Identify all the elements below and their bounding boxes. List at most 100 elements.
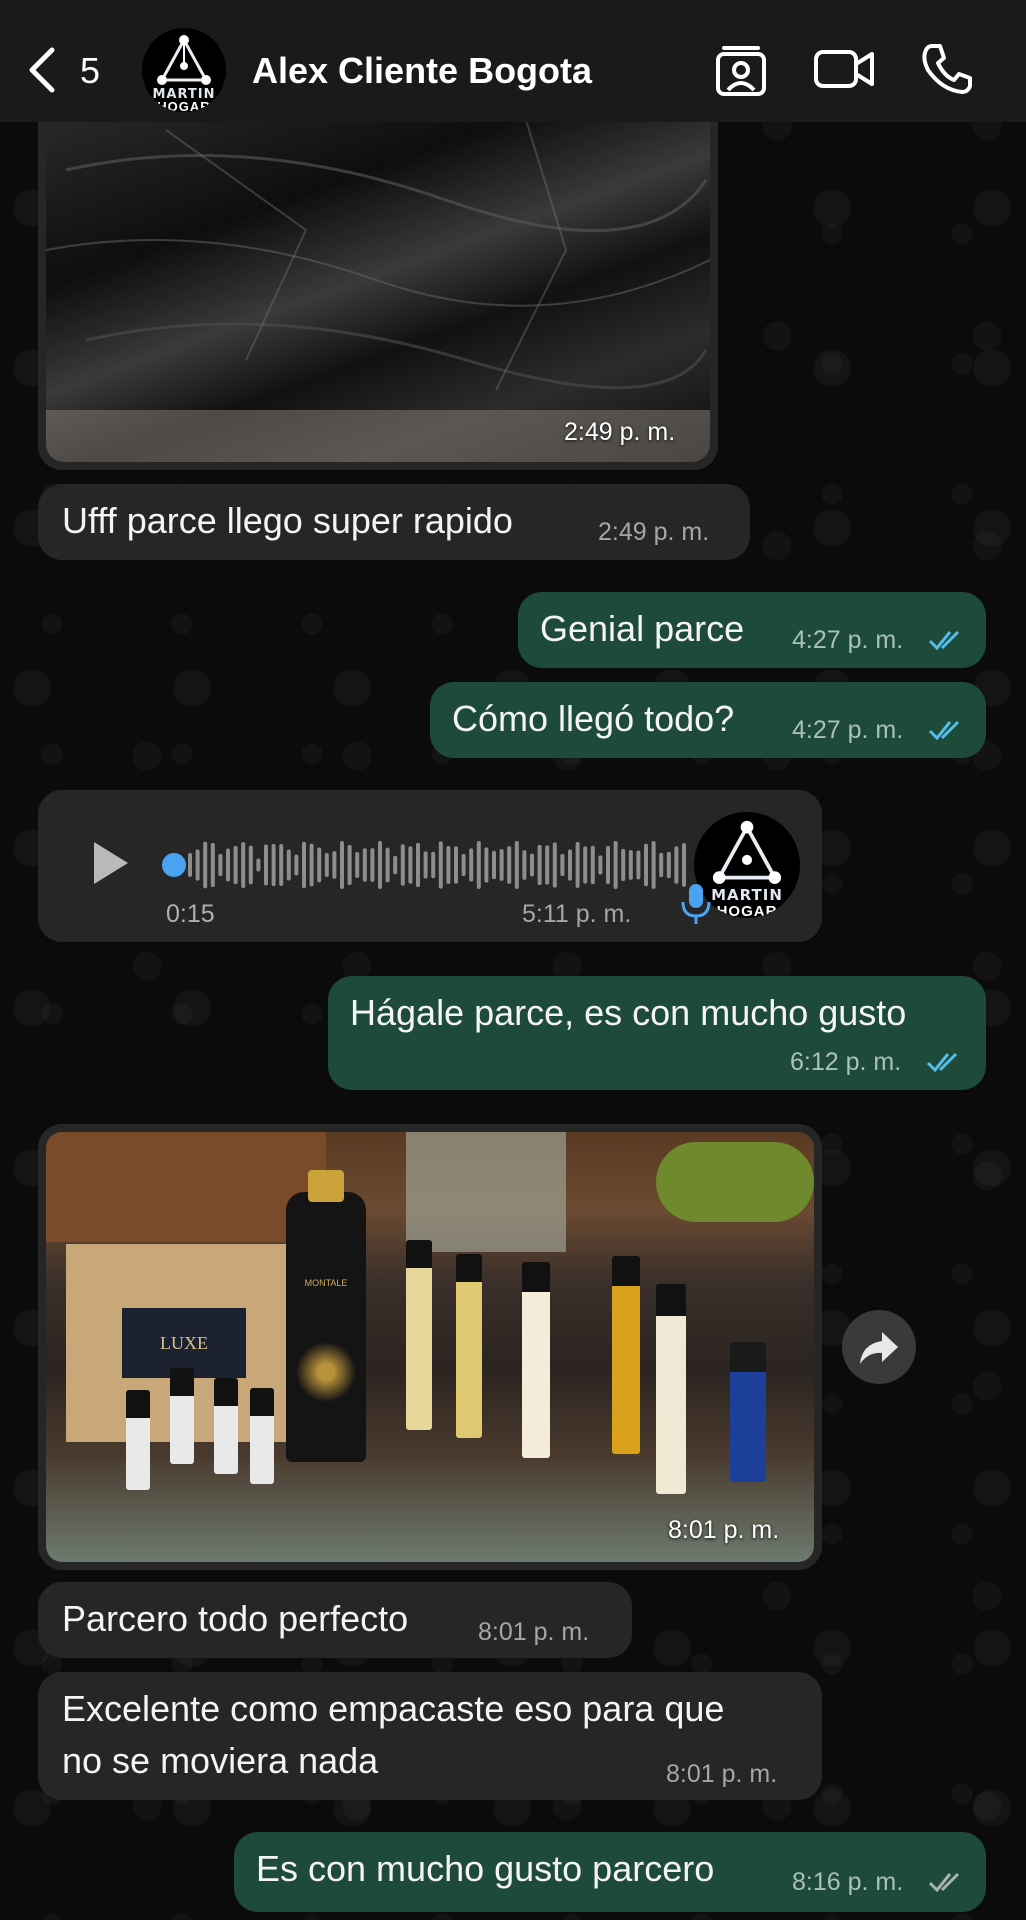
read-ticks-icon [928, 630, 960, 651]
photo-black-package[interactable]: 2:49 p. m. [46, 110, 710, 462]
waveform-bar [332, 851, 337, 879]
waveform-bar [362, 848, 367, 882]
waveform-bar [651, 841, 656, 889]
image-message[interactable]: LUXE MONTALE 8:01 p. m. [38, 1124, 822, 1570]
waveform-bar [317, 847, 322, 883]
waveform-bar [545, 845, 550, 885]
waveform-bar [370, 848, 375, 882]
message-time: 8:01 p. m. [478, 1618, 590, 1646]
outgoing-message[interactable]: Es con mucho gusto parcero 8:16 p. m. [234, 1832, 986, 1912]
back-chevron-icon [29, 47, 55, 93]
perfume-bottle-large: MONTALE [286, 1170, 366, 1462]
message-text-line1: Excelente como empacaste eso para que [62, 1688, 725, 1729]
playback-slider-handle[interactable] [162, 853, 186, 877]
waveform-bar [294, 854, 299, 876]
waveform-bar [644, 843, 648, 887]
waveform-bar [438, 841, 443, 889]
waveform-bar [347, 844, 352, 886]
contact-card-icon[interactable] [712, 40, 770, 98]
waveform-bar [378, 841, 382, 889]
message-time: 8:01 p. m. [666, 1760, 778, 1788]
waveform-bar [400, 844, 405, 886]
waveform-bar [537, 844, 542, 886]
image-message[interactable]: 2:49 p. m. [38, 110, 718, 470]
message-text: Ufff parce llego super rapido [62, 500, 513, 541]
read-ticks-icon [928, 720, 960, 741]
incoming-message[interactable]: Parcero todo perfecto 8:01 p. m. [38, 1582, 632, 1658]
message-time: 2:49 p. m. [598, 518, 710, 546]
message-time: 8:16 p. m. [792, 1868, 904, 1896]
waveform-bar [666, 851, 671, 879]
decant-vial [456, 1254, 482, 1438]
waveform-bar [256, 858, 261, 872]
montale-label: MONTALE [304, 1278, 348, 1288]
waveform-bar [302, 841, 306, 889]
message-time: 6:12 p. m. [790, 1048, 902, 1076]
incoming-message[interactable]: Ufff parce llego super rapido 2:49 p. m. [38, 484, 750, 560]
waveform-bar [446, 845, 451, 885]
waveform-bar [309, 843, 314, 887]
waveform-bar [507, 846, 512, 884]
incoming-message[interactable]: Excelente como empacaste eso para que no… [38, 1672, 822, 1800]
waveform-bar [499, 849, 504, 881]
package-folds [46, 119, 710, 462]
read-ticks-icon [926, 1052, 958, 1073]
avatar[interactable]: MARTIN HOGAR [142, 28, 226, 112]
waveform-bar [492, 850, 496, 880]
waveform-bar [613, 841, 618, 889]
waveform-bar [195, 849, 200, 881]
waveform-bar [628, 850, 633, 880]
waveform-bar [514, 841, 519, 889]
waveform-bar [226, 848, 230, 882]
waveform-bar [484, 847, 489, 883]
waveform-bar [682, 843, 686, 887]
forward-button[interactable] [842, 1310, 916, 1384]
waveform-bar [530, 853, 534, 877]
photo-background-wall [46, 1132, 326, 1242]
message-text: Parcero todo perfecto [62, 1598, 409, 1639]
voice-duration: 0:15 [166, 900, 215, 928]
bottle-ornament [296, 1322, 356, 1422]
waveform-bar [210, 842, 215, 888]
outgoing-message[interactable]: Hágale parce, es con mucho gusto 6:12 p.… [328, 976, 986, 1090]
phone-icon[interactable] [918, 40, 976, 98]
waveform-bar [423, 851, 428, 879]
message-time: 2:49 p. m. [564, 418, 676, 446]
waveform-bar [575, 841, 580, 889]
message-time: 4:27 p. m. [792, 716, 904, 744]
photo-perfume-bottles[interactable]: LUXE MONTALE 8:01 p. m. [46, 1132, 814, 1562]
outgoing-message[interactable]: Genial parce 4:27 p. m. [518, 592, 986, 668]
voice-waveform[interactable] [162, 832, 692, 898]
outgoing-message[interactable]: Cómo llegó todo? 4:27 p. m. [430, 682, 986, 758]
waveform-bar [203, 841, 208, 889]
unread-count[interactable]: 5 [80, 50, 100, 92]
play-icon[interactable] [90, 840, 130, 886]
waveform-bar [522, 850, 527, 880]
waveform-bar [469, 848, 474, 882]
waveform-bar [188, 853, 192, 877]
sample-vial [214, 1378, 238, 1474]
message-text: Cómo llegó todo? [452, 698, 735, 739]
waveform-bar [590, 845, 595, 885]
waveform-bar [583, 846, 588, 884]
message-text: Genial parce [540, 608, 745, 649]
forward-icon [860, 1332, 898, 1364]
waveform-bar [560, 853, 565, 877]
blue-perfume-bottle [730, 1342, 766, 1482]
waveform-bar [431, 851, 436, 879]
waveform-bar [218, 853, 223, 877]
sample-vial [250, 1388, 274, 1484]
message-time: 4:27 p. m. [792, 626, 904, 654]
waveform-bar [393, 855, 398, 875]
waveform-bar [636, 850, 641, 880]
waveform-bar [324, 853, 329, 877]
waveform-bar [233, 845, 238, 885]
waveform-bar [461, 853, 466, 877]
waveform-bar [476, 841, 481, 889]
video-camera-icon[interactable] [812, 40, 878, 98]
waveform-bar [659, 852, 664, 878]
voice-message[interactable]: 0:15 5:11 p. m. MARTIN HOGAR [38, 790, 822, 942]
delivered-ticks-icon [928, 1872, 960, 1893]
contact-name[interactable]: Alex Cliente Bogota [252, 50, 592, 92]
waveform-bar [416, 842, 420, 888]
